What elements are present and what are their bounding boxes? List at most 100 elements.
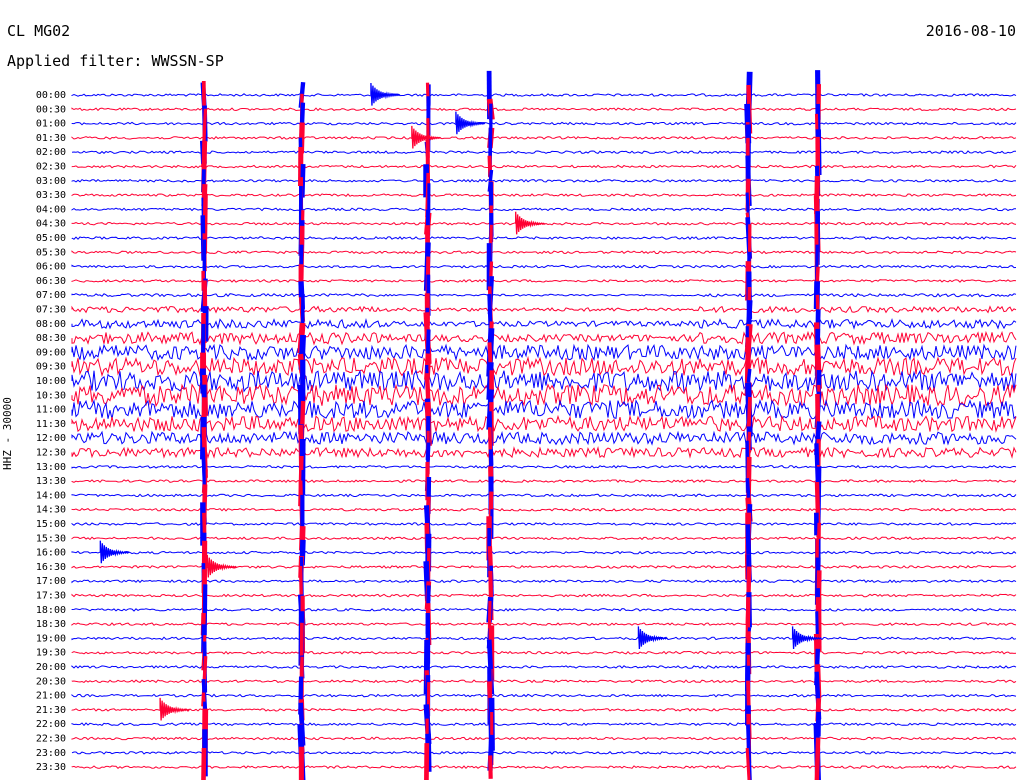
trace-row-1600 <box>71 550 1017 555</box>
trace-row-0100 <box>71 121 1017 126</box>
local-event <box>206 554 237 578</box>
trace-row-0730 <box>71 305 1017 314</box>
row-label: 10:30 <box>36 390 66 401</box>
trace-row-0930 <box>71 355 1017 377</box>
trace-row-0000 <box>71 93 1017 97</box>
row-label: 02:30 <box>36 162 66 173</box>
row-label: 00:00 <box>36 90 66 101</box>
row-label: 18:00 <box>36 605 66 616</box>
row-label: 22:00 <box>36 719 66 730</box>
row-label: 05:00 <box>36 233 66 244</box>
row-label: 14:00 <box>36 490 66 501</box>
row-label: 01:00 <box>36 119 66 130</box>
trace-row-1030 <box>71 383 1017 408</box>
row-label: 20:30 <box>36 676 66 687</box>
row-label: 02:00 <box>36 147 66 158</box>
trace-row-0230 <box>71 164 1017 169</box>
trace-row-0800 <box>71 317 1017 330</box>
trace-row-0030 <box>71 107 1017 112</box>
local-event <box>455 111 486 135</box>
trace-row-0700 <box>71 292 1017 298</box>
trace-row-2000 <box>71 665 1017 669</box>
local-event <box>159 697 190 721</box>
row-label: 08:30 <box>36 333 66 344</box>
row-label: 07:00 <box>36 290 66 301</box>
trace-row-1200 <box>71 430 1017 446</box>
trace-row-2100 <box>71 693 1017 698</box>
row-label: 06:30 <box>36 276 66 287</box>
trace-row-0900 <box>71 343 1017 362</box>
local-event <box>99 540 130 564</box>
trace-row-1730 <box>71 593 1017 598</box>
event-spike <box>814 737 821 780</box>
row-label: 20:00 <box>36 662 66 673</box>
row-label: 18:30 <box>36 619 66 630</box>
row-label: 03:00 <box>36 176 66 187</box>
row-label: 23:30 <box>36 762 66 773</box>
trace-row-0500 <box>71 236 1017 240</box>
row-label: 16:30 <box>36 562 66 573</box>
row-label: 12:00 <box>36 433 66 444</box>
row-label: 19:00 <box>36 633 66 644</box>
trace-row-2030 <box>71 679 1017 684</box>
row-label: 00:30 <box>36 104 66 115</box>
row-label: 06:00 <box>36 262 66 273</box>
trace-row-1430 <box>71 507 1017 512</box>
trace-row-0400 <box>71 207 1017 212</box>
row-label: 09:30 <box>36 362 66 373</box>
trace-row-2130 <box>71 708 1017 712</box>
row-label: 03:30 <box>36 190 66 201</box>
row-label: 12:30 <box>36 448 66 459</box>
row-label: 17:30 <box>36 591 66 602</box>
trace-row-0300 <box>71 178 1017 183</box>
row-label: 11:00 <box>36 405 66 416</box>
row-label: 05:30 <box>36 247 66 258</box>
trace-row-0530 <box>71 250 1017 255</box>
trace-row-1330 <box>71 479 1017 484</box>
row-label: 23:00 <box>36 748 66 759</box>
row-label: 07:30 <box>36 305 66 316</box>
row-label: 10:00 <box>36 376 66 387</box>
trace-row-1530 <box>71 536 1017 541</box>
local-event <box>370 82 401 106</box>
trace-row-1130 <box>71 414 1017 433</box>
row-label: 21:30 <box>36 705 66 716</box>
trace-row-1500 <box>71 522 1017 526</box>
row-label: 11:30 <box>36 419 66 430</box>
trace-row-0830 <box>71 330 1017 346</box>
row-label: 08:00 <box>36 319 66 330</box>
trace-row-0130 <box>71 135 1017 140</box>
row-label: 22:30 <box>36 734 66 745</box>
trace-row-1700 <box>71 579 1017 584</box>
row-label: 17:00 <box>36 576 66 587</box>
trace-row-2330 <box>71 765 1017 770</box>
trace-row-1230 <box>71 446 1017 460</box>
trace-row-0200 <box>71 150 1016 155</box>
row-label: 04:00 <box>36 204 66 215</box>
row-label: 21:00 <box>36 691 66 702</box>
trace-row-1930 <box>71 650 1017 655</box>
row-label: 13:00 <box>36 462 66 473</box>
trace-layer <box>71 93 1017 770</box>
trace-row-2300 <box>71 751 1017 755</box>
trace-row-2230 <box>71 736 1017 741</box>
row-label: 01:30 <box>36 133 66 144</box>
row-label: 16:00 <box>36 548 66 559</box>
row-label-layer: 00:00 00:30 01:00 01:30 02:00 02:30 03:00 03:30… <box>36 90 66 773</box>
local-event <box>637 626 668 650</box>
row-label: 09:00 <box>36 347 66 358</box>
trace-row-2200 <box>71 722 1017 727</box>
row-label: 13:30 <box>36 476 66 487</box>
trace-row-1800 <box>71 607 1017 612</box>
event-spike <box>488 755 493 779</box>
event-spike <box>201 747 207 780</box>
trace-row-0600 <box>71 264 1017 269</box>
trace-row-1300 <box>71 464 1017 469</box>
helicorder-plot: 00:00 00:30 01:00 01:30 02:00 02:30 03:00 03:30… <box>36 70 1017 780</box>
row-label: 19:30 <box>36 648 66 659</box>
trace-row-1400 <box>71 493 1017 498</box>
trace-row-1830 <box>71 622 1017 626</box>
trace-row-0330 <box>71 193 1017 197</box>
row-label: 04:30 <box>36 219 66 230</box>
trace-row-1900 <box>71 636 1017 641</box>
